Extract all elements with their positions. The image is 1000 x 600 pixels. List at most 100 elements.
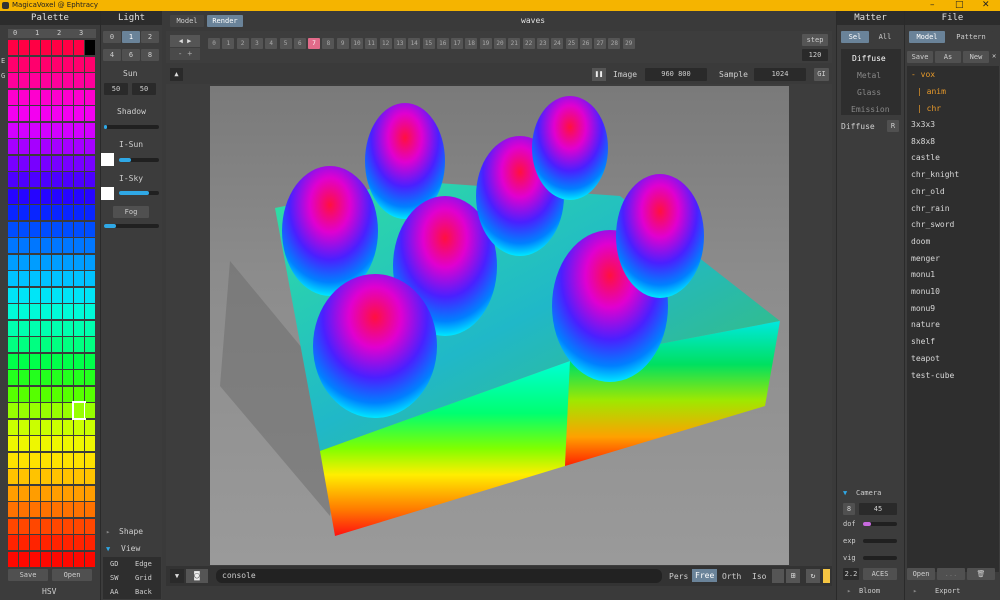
close-button[interactable]: ✕ <box>982 0 990 11</box>
trash-icon[interactable]: 🗑 <box>967 568 995 580</box>
palette-swatch[interactable] <box>8 205 18 220</box>
palette-swatch[interactable] <box>52 238 62 253</box>
palette-tab-3[interactable]: 3 <box>79 29 83 37</box>
render-canvas[interactable] <box>210 86 789 565</box>
palette-swatch[interactable] <box>8 436 18 451</box>
palette-swatch[interactable] <box>30 535 40 550</box>
file-item[interactable]: monu1 <box>911 270 935 279</box>
palette-swatch[interactable] <box>30 155 40 171</box>
palette-swatch[interactable] <box>41 238 51 253</box>
palette-swatch[interactable] <box>8 370 18 385</box>
console-toggle-icon[interactable]: ▼ <box>170 569 184 583</box>
palette-swatch[interactable] <box>85 155 95 171</box>
palette-swatch[interactable] <box>8 287 18 303</box>
folder-vox[interactable]: - vox <box>911 70 935 79</box>
palette-swatch[interactable] <box>52 139 62 154</box>
projection-iso[interactable]: Iso <box>752 572 766 581</box>
palette-swatch[interactable] <box>8 89 18 105</box>
frame-14-button[interactable]: 14 <box>408 38 421 49</box>
matter-tab-sel[interactable]: Sel <box>841 31 869 43</box>
palette-swatch[interactable] <box>41 122 51 138</box>
palette-swatch[interactable] <box>85 139 95 154</box>
palette-swatch[interactable] <box>63 254 73 270</box>
palette-swatch[interactable] <box>85 238 95 253</box>
palette-swatch[interactable] <box>41 139 51 154</box>
file-item[interactable]: chr_old <box>911 187 945 196</box>
frame-10-button[interactable]: 10 <box>351 38 363 49</box>
file-item[interactable]: doom <box>911 237 930 246</box>
palette-swatch[interactable] <box>74 40 84 55</box>
palette-swatch[interactable] <box>74 304 84 319</box>
palette-tab-1[interactable]: 1 <box>35 29 39 37</box>
palette-swatch[interactable] <box>8 337 18 352</box>
palette-swatch[interactable] <box>8 419 18 435</box>
i-sky-slider[interactable] <box>119 191 159 195</box>
palette-swatch[interactable] <box>41 254 51 270</box>
frame-23-button[interactable]: 23 <box>536 38 549 49</box>
palette-swatch[interactable] <box>72 401 86 420</box>
palette-swatch[interactable] <box>8 469 18 484</box>
light-preset-1[interactable]: 1 <box>122 31 140 43</box>
palette-swatch[interactable] <box>19 287 29 303</box>
palette-swatch[interactable] <box>85 436 95 451</box>
palette-swatch[interactable] <box>8 106 18 121</box>
palette-swatch[interactable] <box>74 469 84 484</box>
palette-swatch[interactable] <box>52 320 62 336</box>
palette-swatch[interactable] <box>8 535 18 550</box>
frame-4-button[interactable]: 4 <box>265 38 278 49</box>
frame-7-button[interactable]: 7 <box>308 38 321 49</box>
palette-swatch[interactable] <box>52 551 62 567</box>
palette-swatch[interactable] <box>30 304 40 319</box>
frame-18-button[interactable]: 18 <box>465 38 478 49</box>
frame-8-button[interactable]: 8 <box>322 38 335 49</box>
palette-swatch[interactable] <box>63 106 73 121</box>
projection-free[interactable]: Free <box>692 569 718 582</box>
palette-swatch[interactable] <box>85 485 95 501</box>
frame-21-button[interactable]: 21 <box>508 38 521 49</box>
view-aa-toggle[interactable]: AA <box>110 588 118 596</box>
palette-swatch[interactable] <box>74 56 84 72</box>
palette-swatch[interactable] <box>8 188 18 204</box>
palette-swatch[interactable] <box>74 518 84 534</box>
palette-grid[interactable] <box>8 40 96 575</box>
palette-swatch[interactable] <box>19 172 29 187</box>
palette-swatch[interactable] <box>63 535 73 550</box>
palette-tab-0[interactable]: 0 <box>13 29 17 37</box>
palette-swatch[interactable] <box>8 353 18 369</box>
palette-swatch[interactable] <box>8 320 18 336</box>
palette-swatch[interactable] <box>41 469 51 484</box>
palette-swatch[interactable] <box>19 304 29 319</box>
view-collapse-icon[interactable]: ▼ <box>106 545 110 553</box>
palette-swatch[interactable] <box>85 172 95 187</box>
palette-swatch[interactable] <box>19 205 29 220</box>
frame-5-button[interactable]: 5 <box>279 38 292 49</box>
palette-swatch[interactable] <box>85 551 95 567</box>
palette-swatch[interactable] <box>19 73 29 88</box>
frame-12-button[interactable]: 12 <box>379 38 392 49</box>
view-back-toggle[interactable]: Back <box>135 588 152 596</box>
palette-swatch[interactable] <box>30 40 40 55</box>
palette-swatch[interactable] <box>30 518 40 534</box>
tab-render[interactable]: Render <box>207 15 243 27</box>
palette-swatch[interactable] <box>30 353 40 369</box>
palette-swatch[interactable] <box>74 238 84 253</box>
material-emission[interactable]: Emission <box>851 105 890 114</box>
palette-swatch[interactable] <box>19 436 29 451</box>
palette-swatch[interactable] <box>85 271 95 286</box>
shape-expand-icon[interactable]: ▸ <box>106 528 110 536</box>
palette-swatch[interactable] <box>74 320 84 336</box>
palette-swatch[interactable] <box>85 518 95 534</box>
maximize-button[interactable]: □ <box>955 0 964 11</box>
palette-swatch[interactable] <box>74 221 84 237</box>
palette-swatch[interactable] <box>30 370 40 385</box>
frame-9-button[interactable]: 9 <box>336 38 349 49</box>
palette-swatch[interactable] <box>52 155 62 171</box>
palette-swatch[interactable] <box>63 271 73 286</box>
frame-17-button[interactable]: 17 <box>451 38 464 49</box>
palette-swatch[interactable] <box>8 502 18 517</box>
palette-swatch[interactable] <box>41 221 51 237</box>
palette-swatch[interactable] <box>52 485 62 501</box>
view-section-label[interactable]: View <box>121 544 140 553</box>
palette-swatch[interactable] <box>30 320 40 336</box>
palette-swatch[interactable] <box>74 73 84 88</box>
